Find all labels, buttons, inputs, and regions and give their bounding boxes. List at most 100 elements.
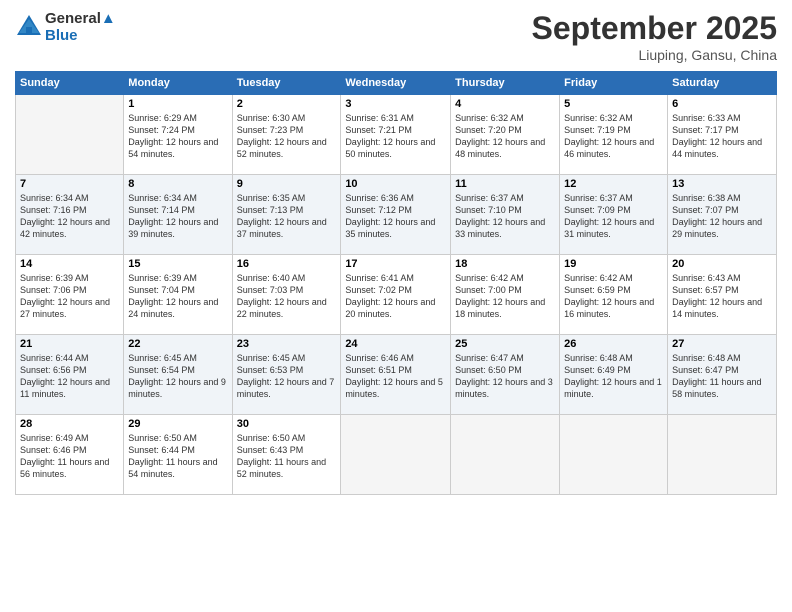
- calendar-cell: 1 Sunrise: 6:29 AMSunset: 7:24 PMDayligh…: [124, 95, 232, 175]
- calendar-week-row: 7 Sunrise: 6:34 AMSunset: 7:16 PMDayligh…: [16, 175, 777, 255]
- cell-info: Sunrise: 6:50 AMSunset: 6:43 PMDaylight:…: [237, 433, 326, 479]
- day-number: 3: [345, 98, 446, 110]
- day-number: 4: [455, 98, 555, 110]
- day-number: 19: [564, 258, 663, 270]
- day-number: 9: [237, 178, 337, 190]
- calendar-cell: 30 Sunrise: 6:50 AMSunset: 6:43 PMDaylig…: [232, 415, 341, 495]
- calendar-cell: 6 Sunrise: 6:33 AMSunset: 7:17 PMDayligh…: [668, 95, 777, 175]
- weekday-header: Sunday: [16, 72, 124, 95]
- cell-info: Sunrise: 6:34 AMSunset: 7:14 PMDaylight:…: [128, 193, 218, 239]
- cell-info: Sunrise: 6:39 AMSunset: 7:04 PMDaylight:…: [128, 273, 218, 319]
- calendar-cell: 16 Sunrise: 6:40 AMSunset: 7:03 PMDaylig…: [232, 255, 341, 335]
- calendar-cell: 24 Sunrise: 6:46 AMSunset: 6:51 PMDaylig…: [341, 335, 451, 415]
- day-number: 6: [672, 98, 772, 110]
- day-number: 11: [455, 178, 555, 190]
- day-number: 8: [128, 178, 227, 190]
- day-number: 20: [672, 258, 772, 270]
- day-number: 14: [20, 258, 119, 270]
- calendar-cell: 22 Sunrise: 6:45 AMSunset: 6:54 PMDaylig…: [124, 335, 232, 415]
- calendar-cell: 17 Sunrise: 6:41 AMSunset: 7:02 PMDaylig…: [341, 255, 451, 335]
- calendar-cell: 25 Sunrise: 6:47 AMSunset: 6:50 PMDaylig…: [451, 335, 560, 415]
- month-title: September 2025: [532, 10, 777, 47]
- day-number: 10: [345, 178, 446, 190]
- calendar-week-row: 1 Sunrise: 6:29 AMSunset: 7:24 PMDayligh…: [16, 95, 777, 175]
- day-number: 28: [20, 418, 119, 430]
- cell-info: Sunrise: 6:44 AMSunset: 6:56 PMDaylight:…: [20, 353, 110, 399]
- cell-info: Sunrise: 6:38 AMSunset: 7:07 PMDaylight:…: [672, 193, 762, 239]
- day-number: 13: [672, 178, 772, 190]
- calendar-week-row: 28 Sunrise: 6:49 AMSunset: 6:46 PMDaylig…: [16, 415, 777, 495]
- cell-info: Sunrise: 6:30 AMSunset: 7:23 PMDaylight:…: [237, 113, 327, 159]
- cell-info: Sunrise: 6:45 AMSunset: 6:53 PMDaylight:…: [237, 353, 335, 399]
- calendar-cell: 29 Sunrise: 6:50 AMSunset: 6:44 PMDaylig…: [124, 415, 232, 495]
- day-number: 27: [672, 338, 772, 350]
- weekday-header: Wednesday: [341, 72, 451, 95]
- calendar-cell: 7 Sunrise: 6:34 AMSunset: 7:16 PMDayligh…: [16, 175, 124, 255]
- calendar-cell: 26 Sunrise: 6:48 AMSunset: 6:49 PMDaylig…: [560, 335, 668, 415]
- logo-icon: [15, 13, 43, 41]
- cell-info: Sunrise: 6:49 AMSunset: 6:46 PMDaylight:…: [20, 433, 109, 479]
- weekday-header: Saturday: [668, 72, 777, 95]
- day-number: 17: [345, 258, 446, 270]
- weekday-header: Tuesday: [232, 72, 341, 95]
- calendar-cell: 9 Sunrise: 6:35 AMSunset: 7:13 PMDayligh…: [232, 175, 341, 255]
- cell-info: Sunrise: 6:31 AMSunset: 7:21 PMDaylight:…: [345, 113, 435, 159]
- weekday-header: Friday: [560, 72, 668, 95]
- cell-info: Sunrise: 6:48 AMSunset: 6:47 PMDaylight:…: [672, 353, 761, 399]
- calendar-cell: 11 Sunrise: 6:37 AMSunset: 7:10 PMDaylig…: [451, 175, 560, 255]
- title-area: September 2025 Liuping, Gansu, China: [532, 10, 777, 63]
- cell-info: Sunrise: 6:35 AMSunset: 7:13 PMDaylight:…: [237, 193, 327, 239]
- day-number: 5: [564, 98, 663, 110]
- calendar-cell: 20 Sunrise: 6:43 AMSunset: 6:57 PMDaylig…: [668, 255, 777, 335]
- logo-text: General▲ Blue: [45, 10, 116, 44]
- day-number: 7: [20, 178, 119, 190]
- logo: General▲ Blue: [15, 10, 116, 44]
- calendar-cell: [668, 415, 777, 495]
- cell-info: Sunrise: 6:32 AMSunset: 7:20 PMDaylight:…: [455, 113, 545, 159]
- cell-info: Sunrise: 6:50 AMSunset: 6:44 PMDaylight:…: [128, 433, 217, 479]
- calendar-cell: 15 Sunrise: 6:39 AMSunset: 7:04 PMDaylig…: [124, 255, 232, 335]
- day-number: 25: [455, 338, 555, 350]
- cell-info: Sunrise: 6:39 AMSunset: 7:06 PMDaylight:…: [20, 273, 110, 319]
- calendar-table: SundayMondayTuesdayWednesdayThursdayFrid…: [15, 71, 777, 495]
- cell-info: Sunrise: 6:32 AMSunset: 7:19 PMDaylight:…: [564, 113, 654, 159]
- weekday-header: Thursday: [451, 72, 560, 95]
- day-number: 30: [237, 418, 337, 430]
- calendar-cell: 18 Sunrise: 6:42 AMSunset: 7:00 PMDaylig…: [451, 255, 560, 335]
- header: General▲ Blue September 2025 Liuping, Ga…: [15, 10, 777, 63]
- cell-info: Sunrise: 6:37 AMSunset: 7:09 PMDaylight:…: [564, 193, 654, 239]
- calendar-cell: 12 Sunrise: 6:37 AMSunset: 7:09 PMDaylig…: [560, 175, 668, 255]
- calendar-week-row: 14 Sunrise: 6:39 AMSunset: 7:06 PMDaylig…: [16, 255, 777, 335]
- cell-info: Sunrise: 6:42 AMSunset: 7:00 PMDaylight:…: [455, 273, 545, 319]
- cell-info: Sunrise: 6:36 AMSunset: 7:12 PMDaylight:…: [345, 193, 435, 239]
- calendar-cell: 27 Sunrise: 6:48 AMSunset: 6:47 PMDaylig…: [668, 335, 777, 415]
- calendar-cell: 14 Sunrise: 6:39 AMSunset: 7:06 PMDaylig…: [16, 255, 124, 335]
- day-number: 29: [128, 418, 227, 430]
- calendar-week-row: 21 Sunrise: 6:44 AMSunset: 6:56 PMDaylig…: [16, 335, 777, 415]
- calendar-cell: 13 Sunrise: 6:38 AMSunset: 7:07 PMDaylig…: [668, 175, 777, 255]
- cell-info: Sunrise: 6:33 AMSunset: 7:17 PMDaylight:…: [672, 113, 762, 159]
- calendar-cell: [560, 415, 668, 495]
- cell-info: Sunrise: 6:41 AMSunset: 7:02 PMDaylight:…: [345, 273, 435, 319]
- cell-info: Sunrise: 6:37 AMSunset: 7:10 PMDaylight:…: [455, 193, 545, 239]
- cell-info: Sunrise: 6:43 AMSunset: 6:57 PMDaylight:…: [672, 273, 762, 319]
- calendar-cell: [451, 415, 560, 495]
- calendar-cell: 4 Sunrise: 6:32 AMSunset: 7:20 PMDayligh…: [451, 95, 560, 175]
- calendar-cell: 10 Sunrise: 6:36 AMSunset: 7:12 PMDaylig…: [341, 175, 451, 255]
- calendar-cell: 3 Sunrise: 6:31 AMSunset: 7:21 PMDayligh…: [341, 95, 451, 175]
- calendar-cell: 8 Sunrise: 6:34 AMSunset: 7:14 PMDayligh…: [124, 175, 232, 255]
- day-number: 23: [237, 338, 337, 350]
- cell-info: Sunrise: 6:29 AMSunset: 7:24 PMDaylight:…: [128, 113, 218, 159]
- cell-info: Sunrise: 6:46 AMSunset: 6:51 PMDaylight:…: [345, 353, 443, 399]
- cell-info: Sunrise: 6:34 AMSunset: 7:16 PMDaylight:…: [20, 193, 110, 239]
- cell-info: Sunrise: 6:42 AMSunset: 6:59 PMDaylight:…: [564, 273, 654, 319]
- day-number: 18: [455, 258, 555, 270]
- day-number: 26: [564, 338, 663, 350]
- calendar-cell: 2 Sunrise: 6:30 AMSunset: 7:23 PMDayligh…: [232, 95, 341, 175]
- day-number: 2: [237, 98, 337, 110]
- day-number: 16: [237, 258, 337, 270]
- calendar-cell: 23 Sunrise: 6:45 AMSunset: 6:53 PMDaylig…: [232, 335, 341, 415]
- day-number: 22: [128, 338, 227, 350]
- calendar-cell: [16, 95, 124, 175]
- weekday-header: Monday: [124, 72, 232, 95]
